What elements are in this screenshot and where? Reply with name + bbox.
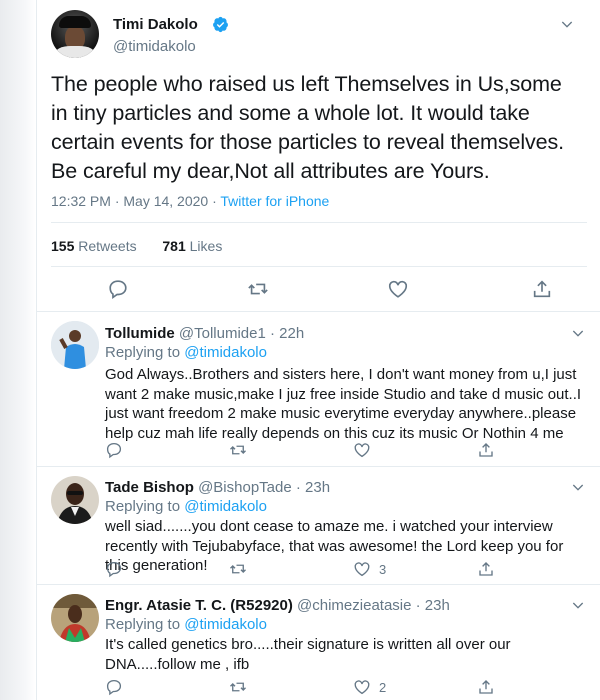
tweet-actions xyxy=(51,278,587,304)
tweet-source[interactable]: Twitter for iPhone xyxy=(220,193,329,209)
avatar[interactable] xyxy=(51,321,99,369)
share-icon[interactable] xyxy=(531,278,553,300)
chevron-down-icon[interactable] xyxy=(570,325,586,341)
like-icon[interactable] xyxy=(353,678,371,696)
chevron-down-icon[interactable] xyxy=(570,479,586,495)
like-count: 2 xyxy=(379,679,387,695)
retweet-label[interactable]: Retweets xyxy=(78,238,136,254)
reply-button[interactable] xyxy=(105,441,123,459)
replying-to-link[interactable]: @timidakolo xyxy=(184,616,267,633)
tweet-column: Timi Dakolo @timidakolo The people who r… xyxy=(36,0,600,700)
retweet-button[interactable] xyxy=(229,678,247,696)
avatar[interactable] xyxy=(51,10,99,58)
like-icon[interactable] xyxy=(353,560,371,578)
share-icon[interactable] xyxy=(477,678,495,696)
reply-author-name[interactable]: Engr. Atasie T. C. (R52920) xyxy=(105,597,293,614)
reply-author-handle[interactable]: @BishopTade · 23h xyxy=(198,479,330,496)
retweet-button[interactable] xyxy=(229,560,247,578)
replying-to-label: Replying to xyxy=(105,498,185,515)
reply-text: God Always..Brothers and sisters here, I… xyxy=(105,366,582,442)
chevron-down-icon[interactable] xyxy=(559,16,575,32)
like-button[interactable]: 2 xyxy=(353,678,386,696)
reply-item[interactable]: Tade Bishop @BishopTade · 23h Replying t… xyxy=(37,466,600,584)
reply-actions: 2 xyxy=(105,678,585,698)
like-label[interactable]: Likes xyxy=(190,238,223,254)
reply-item[interactable]: Engr. Atasie T. C. (R52920) @chimezieata… xyxy=(37,584,600,700)
reply-header: Engr. Atasie T. C. (R52920) @chimezieata… xyxy=(105,597,450,614)
reply-text: It's called genetics bro.....their signa… xyxy=(105,636,511,673)
like-icon[interactable] xyxy=(387,278,409,300)
like-count[interactable]: 781 xyxy=(162,238,185,254)
tweet-text: The people who raised us left Themselves… xyxy=(51,72,565,183)
reply-author-handle[interactable]: @chimezieatasie · 23h xyxy=(297,597,450,614)
avatar[interactable] xyxy=(51,594,99,642)
share-icon[interactable] xyxy=(477,560,495,578)
reply-icon[interactable] xyxy=(107,278,129,300)
reply-header: Tollumide @Tollumide1 · 22h xyxy=(105,325,304,342)
replying-to: Replying to @timidakolo xyxy=(105,498,267,515)
reply-icon[interactable] xyxy=(105,678,123,696)
replying-to: Replying to @timidakolo xyxy=(105,616,267,633)
reply-button[interactable] xyxy=(105,678,123,696)
reply-author-handle[interactable]: @Tollumide1 · 22h xyxy=(179,325,304,342)
retweet-icon[interactable] xyxy=(229,441,247,459)
retweet-count[interactable]: 155 xyxy=(51,238,74,254)
reply-header: Tade Bishop @BishopTade · 23h xyxy=(105,479,330,496)
replying-to-label: Replying to xyxy=(105,344,185,361)
tweet-header: Timi Dakolo @timidakolo xyxy=(51,8,581,60)
reply-author-name[interactable]: Tollumide xyxy=(105,325,175,342)
like-icon[interactable] xyxy=(353,441,371,459)
reply-actions xyxy=(105,441,585,461)
reply-icon[interactable] xyxy=(105,441,123,459)
retweet-button[interactable] xyxy=(229,441,247,459)
replying-to-label: Replying to xyxy=(105,616,185,633)
retweet-icon[interactable] xyxy=(247,278,269,300)
replying-to-link[interactable]: @timidakolo xyxy=(184,344,267,361)
share-icon[interactable] xyxy=(477,441,495,459)
divider xyxy=(51,222,587,223)
retweet-icon[interactable] xyxy=(229,560,247,578)
reply-button[interactable] xyxy=(105,560,123,578)
tweet-stats: 155 Retweets 781 Likes xyxy=(51,238,222,254)
author-name[interactable]: Timi Dakolo xyxy=(113,16,198,33)
replying-to-link[interactable]: @timidakolo xyxy=(184,498,267,515)
avatar[interactable] xyxy=(51,476,99,524)
divider xyxy=(51,266,587,267)
verified-badge-icon xyxy=(213,16,228,33)
like-button[interactable] xyxy=(353,441,379,459)
retweet-icon[interactable] xyxy=(229,678,247,696)
like-button[interactable]: 3 xyxy=(353,560,386,578)
chevron-down-icon[interactable] xyxy=(570,597,586,613)
author-handle[interactable]: @timidakolo xyxy=(113,38,196,55)
reply-actions: 3 xyxy=(105,560,585,580)
background-shade xyxy=(0,0,36,700)
tweet-meta: 12:32 PM · May 14, 2020 · Twitter for iP… xyxy=(51,193,329,209)
replying-to: Replying to @timidakolo xyxy=(105,344,267,361)
share-button[interactable] xyxy=(477,441,495,459)
tweet-timestamp[interactable]: 12:32 PM · May 14, 2020 · xyxy=(51,193,220,209)
reply-item[interactable]: Tollumide @Tollumide1 · 22h Replying to … xyxy=(37,311,600,466)
share-button[interactable] xyxy=(477,678,495,696)
like-count: 3 xyxy=(379,561,387,577)
reply-author-name[interactable]: Tade Bishop xyxy=(105,479,194,496)
share-button[interactable] xyxy=(477,560,495,578)
reply-icon[interactable] xyxy=(105,560,123,578)
page: Timi Dakolo @timidakolo The people who r… xyxy=(0,0,600,700)
